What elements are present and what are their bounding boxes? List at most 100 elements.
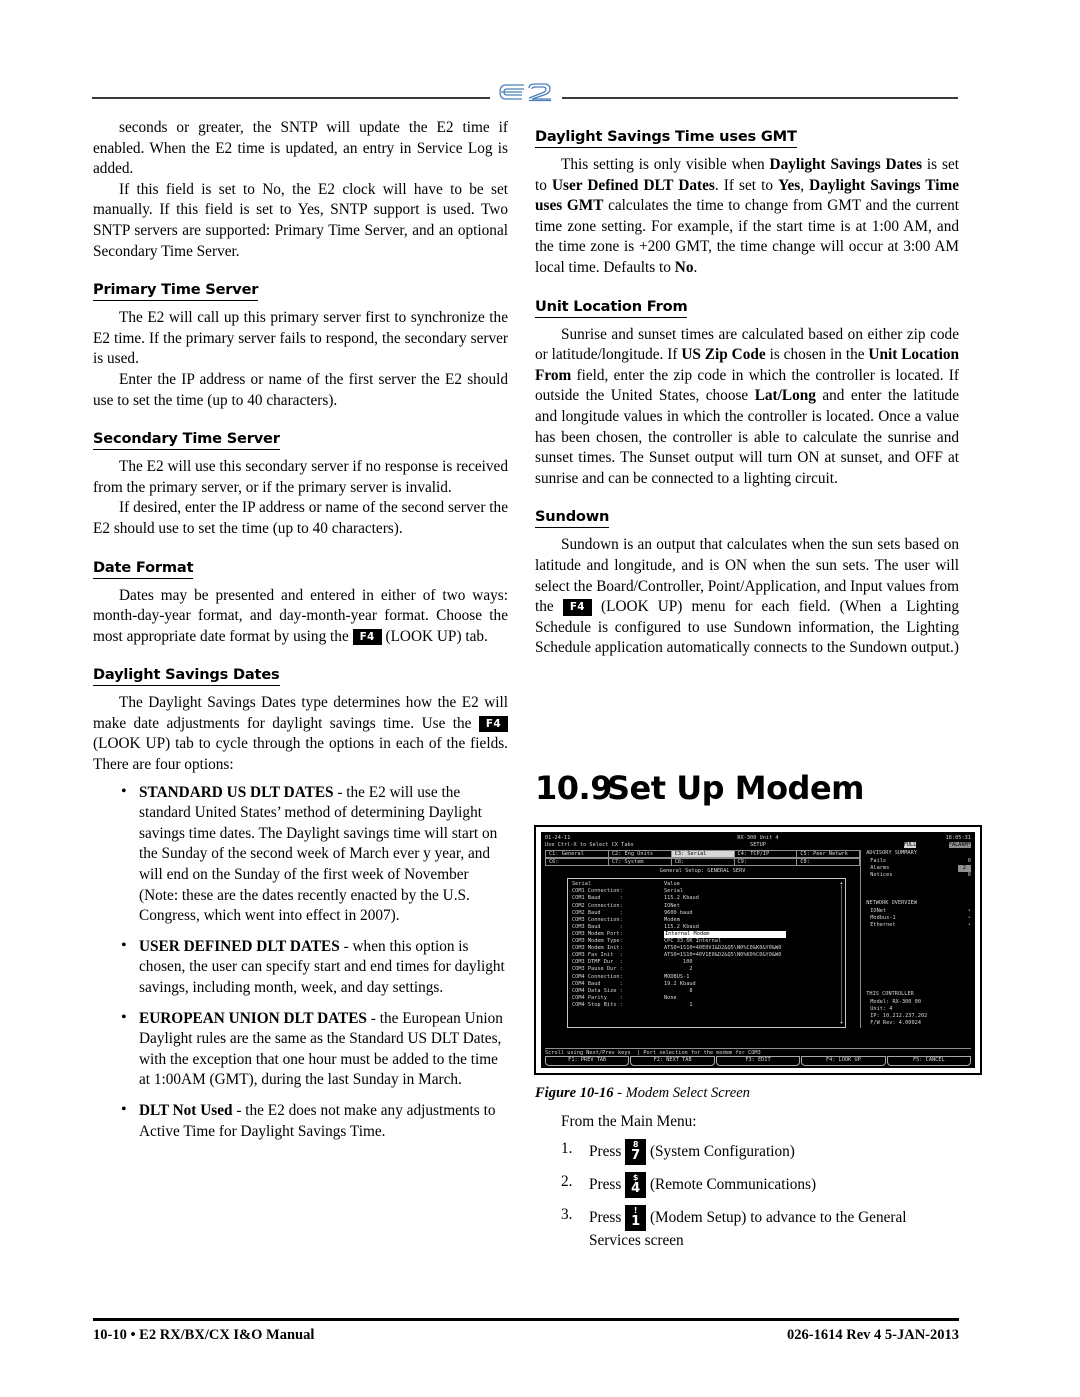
row-label: COM1 Connection: bbox=[572, 888, 623, 895]
advisory-row-fails: Fails 0 bbox=[866, 858, 971, 865]
row-value: MODBUS-1 bbox=[664, 973, 690, 980]
table-row[interactable]: COM2 Connection: IONet bbox=[572, 903, 842, 910]
list-item: USER DEFINED DLT DATES - when this optio… bbox=[119, 936, 508, 999]
terminal-function-keys[interactable]: F1: PREV TAB F2: NEXT TAB F3: EDIT F4: L… bbox=[545, 1056, 972, 1066]
step-description: (Remote Communications) bbox=[649, 1175, 817, 1193]
heading-primary-time-server: Primary Time Server bbox=[93, 280, 258, 302]
table-row[interactable]: COM4 Baud : 19.2 Kbaud bbox=[572, 981, 842, 988]
fkey-f5-cancel[interactable]: F5: CANCEL bbox=[886, 1056, 972, 1066]
numeric-key-7-icon: 87 bbox=[625, 1138, 647, 1165]
table-row[interactable]: COM3 Fax Init : ATS0=1S10=40V1E0&D2&Q5\N0… bbox=[572, 952, 842, 959]
network-label: Ethernet bbox=[870, 921, 896, 928]
section-heading-wrap: Secondary Time Server bbox=[93, 420, 508, 453]
controller-line: Model: RX-300 00 bbox=[870, 999, 922, 1006]
table-row[interactable]: COM3 Baud : 115.2 Kbaud bbox=[572, 924, 842, 931]
document-page: seconds or greater, the SNTP will update… bbox=[0, 0, 1080, 1397]
row-value: Serial bbox=[664, 888, 684, 895]
table-row-selected[interactable]: COM3 Modem Port: Internal Modem bbox=[572, 930, 842, 939]
list-item: DLT Not Used - the E2 does not make any … bbox=[119, 1100, 508, 1142]
step-number: 3. bbox=[561, 1205, 573, 1223]
key-main-glyph: 7 bbox=[631, 1147, 641, 1163]
network-row-ionet: IONet • bbox=[866, 908, 971, 915]
tab-c0[interactable]: C0: bbox=[796, 858, 861, 867]
tab-c6[interactable]: C6: bbox=[545, 858, 608, 867]
row-label: COM3 Modem Init: bbox=[572, 945, 623, 952]
step-number: 1. bbox=[561, 1139, 573, 1157]
advisory-label: Fails bbox=[870, 858, 887, 865]
table-row[interactable]: COM3 Modem Init: ATS0=1S10=40E0V1&D2&Q5\N… bbox=[572, 945, 842, 952]
section-title-text: Set Up Modem bbox=[607, 769, 865, 807]
row-label: COM1 Baud : bbox=[572, 895, 623, 902]
terminal-clock: 18:05:31 bbox=[945, 835, 971, 841]
row-label: COM3 Modem Type: bbox=[572, 938, 623, 945]
row-label: COM4 Data Size : bbox=[572, 987, 623, 994]
table-row[interactable]: COM3 Pause Dur : 2 bbox=[572, 966, 842, 973]
table-row[interactable]: COM2 Baud : 9600 baud bbox=[572, 910, 842, 917]
table-row[interactable]: COM1 Baud : 115.2 Kbaud bbox=[572, 895, 842, 902]
section-heading-wrap: Daylight Savings Time uses GMT bbox=[535, 118, 959, 151]
terminal-scrollbar[interactable]: ▲ ▼ bbox=[840, 881, 843, 1025]
row-value: 115.2 Kbaud bbox=[664, 895, 699, 902]
table-row[interactable]: COM4 Stop Bits : 1 bbox=[572, 1002, 842, 1009]
tab-c9[interactable]: C9: bbox=[733, 858, 797, 867]
row-value: 19.2 Kbaud bbox=[664, 980, 696, 987]
row-value: CPC 33.6K Internal bbox=[664, 938, 722, 945]
bold-term: Lat/Long bbox=[754, 387, 816, 405]
list-item-term: EUROPEAN UNION DLT DATES bbox=[139, 1009, 367, 1027]
terminal-left-pane: C1: General C2: Eng Units C3: Serial C4:… bbox=[545, 850, 861, 1029]
table-row[interactable]: COM1 Connection: Serial bbox=[572, 888, 842, 895]
paragraph-text: is chosen in the bbox=[765, 346, 869, 364]
fkey-f3-edit[interactable]: F3: EDIT bbox=[715, 1056, 801, 1066]
table-row[interactable]: COM3 DTMF Dur : 100 bbox=[572, 959, 842, 966]
advisory-row-notices: Notices 0 bbox=[866, 872, 971, 879]
fkey-f2-next-tab[interactable]: F2: NEXT TAB bbox=[630, 1056, 715, 1066]
row-value: Modem bbox=[664, 916, 680, 923]
modem-port-field[interactable]: Internal Modem bbox=[664, 930, 786, 939]
table-row[interactable]: COM4 Data Size : 8 bbox=[572, 988, 842, 995]
scroll-up-arrow-icon[interactable]: ▲ bbox=[840, 881, 842, 885]
section-heading-wrap: Date Format bbox=[93, 549, 508, 582]
terminal-tab-row-2[interactable]: C6: C7: System C8: C9: C0: bbox=[545, 858, 861, 867]
steps-list: 1. Press 87 (System Configuration) 2. Pr… bbox=[535, 1138, 959, 1252]
advisory-label: Alarms bbox=[870, 865, 890, 872]
tab-c8[interactable]: C8: bbox=[670, 858, 734, 867]
tab-c7-system[interactable]: C7: System bbox=[607, 858, 671, 867]
scroll-down-arrow-icon[interactable]: ▼ bbox=[840, 1021, 842, 1025]
fkey-f4-look-up[interactable]: F4: LOOK UP bbox=[801, 1056, 886, 1066]
bold-term: User Defined DLT Dates bbox=[552, 176, 715, 194]
row-value: ATS0=1S10=40V1E0&D2&Q5\N0%K0%C0&Y0&W0 bbox=[664, 952, 782, 959]
key-main-glyph: 1 bbox=[631, 1213, 641, 1229]
footer-rule bbox=[93, 1318, 959, 1321]
list-item-term: STANDARD US DLT DATES bbox=[139, 783, 334, 801]
figure-caption: Figure 10-16 - Modem Select Screen bbox=[535, 1085, 959, 1102]
section-heading-wrap: Unit Location From bbox=[535, 288, 959, 321]
fkey-f1-prev-tab[interactable]: F1: PREV TAB bbox=[545, 1056, 630, 1066]
step-description: (System Configuration) bbox=[649, 1142, 795, 1160]
step-item: 2. Press $4 (Remote Communications) bbox=[535, 1171, 959, 1198]
tab-c2-eng-units[interactable]: C2: Eng Units bbox=[607, 850, 671, 859]
numeric-key-1-icon: ! 1 bbox=[625, 1204, 647, 1231]
section-title: 10.9Set Up Modem bbox=[535, 769, 865, 807]
table-row[interactable]: COM3 Connection: Modem bbox=[572, 917, 842, 924]
e2-logo bbox=[490, 74, 562, 110]
table-row[interactable]: COM4 Connection: MODBUS-1 bbox=[572, 974, 842, 981]
table-row[interactable]: COM3 Modem Type: CPC 33.6K Internal bbox=[572, 938, 842, 945]
figure-modem-select-screen: 01-24-11 RX-300 Unit 4 18:05:31 Use Ctrl… bbox=[534, 825, 982, 1075]
paragraph-text: . If set to bbox=[714, 176, 779, 194]
step-item: 1. Press 87 (System Configuration) bbox=[535, 1138, 959, 1165]
table-row[interactable]: COM4 Parity : None bbox=[572, 995, 842, 1002]
row-value: 9600 baud bbox=[664, 909, 693, 916]
paragraph: If this field is set to No, the E2 clock… bbox=[93, 180, 508, 260]
row-value: 1 bbox=[664, 1001, 693, 1008]
terminal-tab-row-1[interactable]: C1: General C2: Eng Units C3: Serial C4:… bbox=[545, 850, 861, 859]
tab-c4-tcpip[interactable]: C4: TCP/IP bbox=[733, 850, 797, 859]
tab-c5-peer-netwrk[interactable]: C5: Peer Netwrk bbox=[796, 850, 861, 859]
paragraph: Sundown is an output that calculates whe… bbox=[535, 535, 959, 659]
terminal-alarm-badge: *ALARM* bbox=[948, 842, 971, 849]
paragraph-text: This setting is only visible when bbox=[561, 156, 770, 173]
terminal-unit-title: RX-300 Unit 4 bbox=[737, 835, 779, 841]
paragraph: Enter the IP address or name of the firs… bbox=[93, 370, 508, 409]
tab-c3-serial[interactable]: C3: Serial bbox=[670, 850, 734, 859]
network-row-modbus: Modbus-1 • bbox=[866, 915, 971, 922]
tab-c1-general[interactable]: C1: General bbox=[545, 850, 608, 859]
